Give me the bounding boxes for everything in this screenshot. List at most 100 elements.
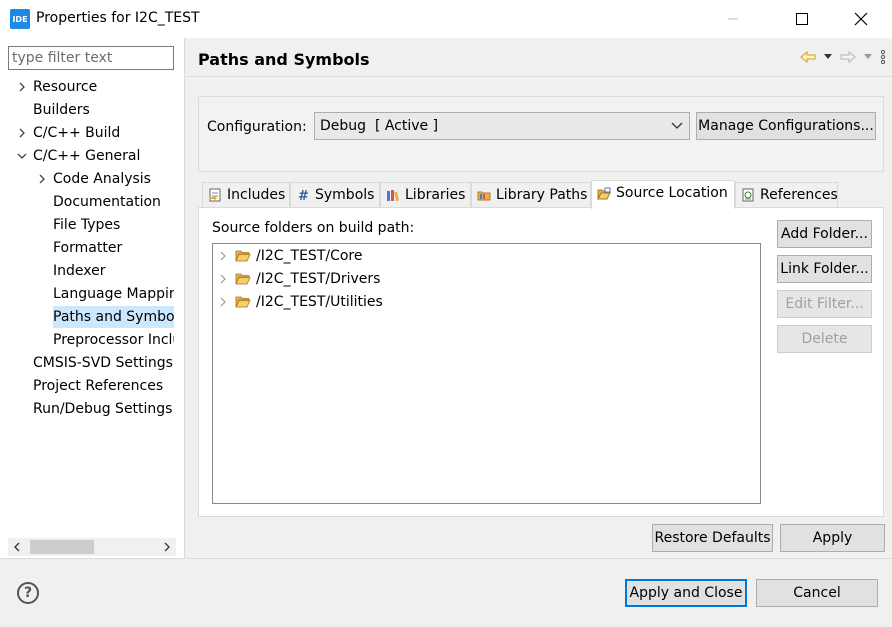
chevron-right-icon[interactable] (219, 245, 229, 267)
tree-item[interactable]: Run/Debug Settings (15, 398, 174, 420)
tree-item[interactable]: Language Mappir (35, 283, 174, 305)
tree-item-label: Resource (33, 79, 98, 95)
tree-item-label: Preprocessor Inclu (53, 332, 174, 348)
configuration-select[interactable]: Debug [ Active ] (314, 112, 690, 140)
page-navigation (800, 50, 886, 64)
tree-item-label: Indexer (53, 263, 106, 279)
tab-label: References (760, 187, 838, 203)
tree-item[interactable]: Preprocessor Inclu (35, 329, 174, 351)
maximize-icon (796, 13, 808, 25)
page-title: Paths and Symbols (198, 50, 370, 69)
back-dropdown-icon[interactable] (824, 54, 832, 60)
scroll-right-icon[interactable] (162, 541, 172, 553)
view-menu-icon[interactable] (880, 50, 886, 64)
tree-item[interactable]: Project References (15, 375, 174, 397)
title-bar: IDE Properties for I2C_TEST (0, 0, 892, 38)
window-title: Properties for I2C_TEST (36, 10, 200, 26)
tab-symbols[interactable]: # Symbols (290, 182, 380, 208)
restore-defaults-button[interactable]: Restore Defaults (652, 524, 773, 552)
tree-item[interactable]: C/C++ General (15, 145, 174, 167)
manage-configurations-button[interactable]: Manage Configurations... (696, 112, 876, 140)
chevron-right-icon[interactable] (219, 291, 229, 313)
maximize-button[interactable] (779, 4, 825, 34)
folder-icon (235, 250, 251, 262)
tree-item-label: File Types (53, 217, 121, 233)
apply-button[interactable]: Apply (780, 524, 885, 552)
tree-item-label: Documentation (53, 194, 161, 210)
scroll-left-icon[interactable] (12, 541, 22, 553)
tree-item[interactable]: File Types (35, 214, 174, 236)
tree-item[interactable]: Paths and Symbol (35, 306, 174, 328)
tree-item[interactable]: Builders (15, 99, 174, 121)
includes-icon (209, 188, 221, 202)
tab-library-paths[interactable]: Library Paths (471, 182, 591, 208)
cancel-button[interactable]: Cancel (756, 579, 878, 607)
close-icon (854, 12, 868, 26)
tree-item-label: Code Analysis (53, 171, 151, 187)
delete-button[interactable]: Delete (777, 325, 872, 353)
scrollbar-thumb[interactable] (30, 540, 94, 554)
folder-icon (235, 273, 251, 285)
dialog-footer: ? Apply and Close Cancel (0, 558, 892, 627)
tree-item-label: C/C++ General (33, 148, 141, 164)
apply-and-close-button[interactable]: Apply and Close (625, 579, 747, 607)
tree-item[interactable]: Resource (15, 76, 174, 98)
list-item[interactable]: /I2C_TEST/Core (219, 245, 619, 267)
hash-icon: # (298, 189, 309, 202)
tree-item-label: C/C++ Build (33, 125, 121, 141)
list-item[interactable]: /I2C_TEST/Utilities (219, 291, 619, 313)
tab-includes[interactable]: Includes (202, 182, 290, 208)
tree-item[interactable]: CMSIS-SVD Settings (15, 352, 174, 374)
tab-libraries[interactable]: Libraries (380, 182, 471, 208)
source-folder-icon (597, 187, 611, 200)
configuration-label: Configuration: (207, 119, 307, 135)
link-folder-button[interactable]: Link Folder... (777, 255, 872, 283)
horizontal-scrollbar[interactable] (8, 538, 176, 556)
tab-references[interactable]: References (735, 182, 838, 208)
chevron-down-icon[interactable] (15, 145, 29, 167)
add-folder-button[interactable]: Add Folder... (777, 220, 872, 248)
references-icon (742, 188, 754, 202)
page-header: Paths and Symbols (186, 38, 892, 77)
tree-item-label: Paths and Symbol (53, 306, 174, 328)
app-icon: IDE (10, 9, 30, 29)
tree-item[interactable]: Indexer (35, 260, 174, 282)
tree-item-label: Builders (33, 102, 90, 118)
back-arrow-icon[interactable] (800, 51, 816, 63)
properties-page: Paths and Symbols Configuration: Debug [… (186, 38, 892, 558)
tree-item[interactable]: Documentation (35, 191, 174, 213)
forward-dropdown-icon[interactable] (864, 54, 872, 60)
chevron-right-icon[interactable] (219, 268, 229, 290)
list-item[interactable]: /I2C_TEST/Drivers (219, 268, 619, 290)
edit-filter-button[interactable]: Edit Filter... (777, 290, 872, 318)
filter-input[interactable] (8, 46, 174, 70)
close-button[interactable] (838, 4, 884, 34)
tab-label: Source Location (616, 185, 728, 201)
folder-label: /I2C_TEST/Core (256, 248, 363, 264)
chevron-right-icon[interactable] (15, 122, 29, 144)
libraries-icon (387, 190, 399, 202)
library-paths-icon (477, 191, 491, 201)
tree-item[interactable]: Formatter (35, 237, 174, 259)
chevron-right-icon[interactable] (15, 76, 29, 98)
tree-item[interactable]: Code Analysis (35, 168, 174, 190)
tree-item[interactable]: C/C++ Build (15, 122, 174, 144)
folder-label: /I2C_TEST/Drivers (256, 271, 381, 287)
minimize-button[interactable] (710, 4, 756, 34)
tree-item-label: Project References (33, 378, 164, 394)
tab-label: Includes (227, 187, 286, 203)
source-folder-list[interactable]: /I2C_TEST/Core/I2C_TEST/Drivers/I2C_TEST… (212, 243, 761, 504)
sidebar: Resource Builders C/C++ Build C/C++ General… (0, 38, 185, 558)
help-icon[interactable]: ? (17, 582, 39, 604)
chevron-right-icon[interactable] (35, 168, 49, 190)
tab-source-location[interactable]: Source Location (591, 180, 735, 209)
folder-icon (235, 296, 251, 308)
chevron-down-icon (671, 122, 683, 129)
configuration-group: Configuration: Debug [ Active ] Manage C… (198, 96, 884, 172)
tab-bar: Includes # Symbols Libraries Library Pat… (198, 180, 888, 209)
configuration-value: Debug [ Active ] (320, 118, 439, 134)
tab-label: Library Paths (496, 187, 588, 203)
forward-arrow-icon[interactable] (840, 51, 856, 63)
tree-item-label: Formatter (53, 240, 123, 256)
tab-label: Libraries (405, 187, 466, 203)
